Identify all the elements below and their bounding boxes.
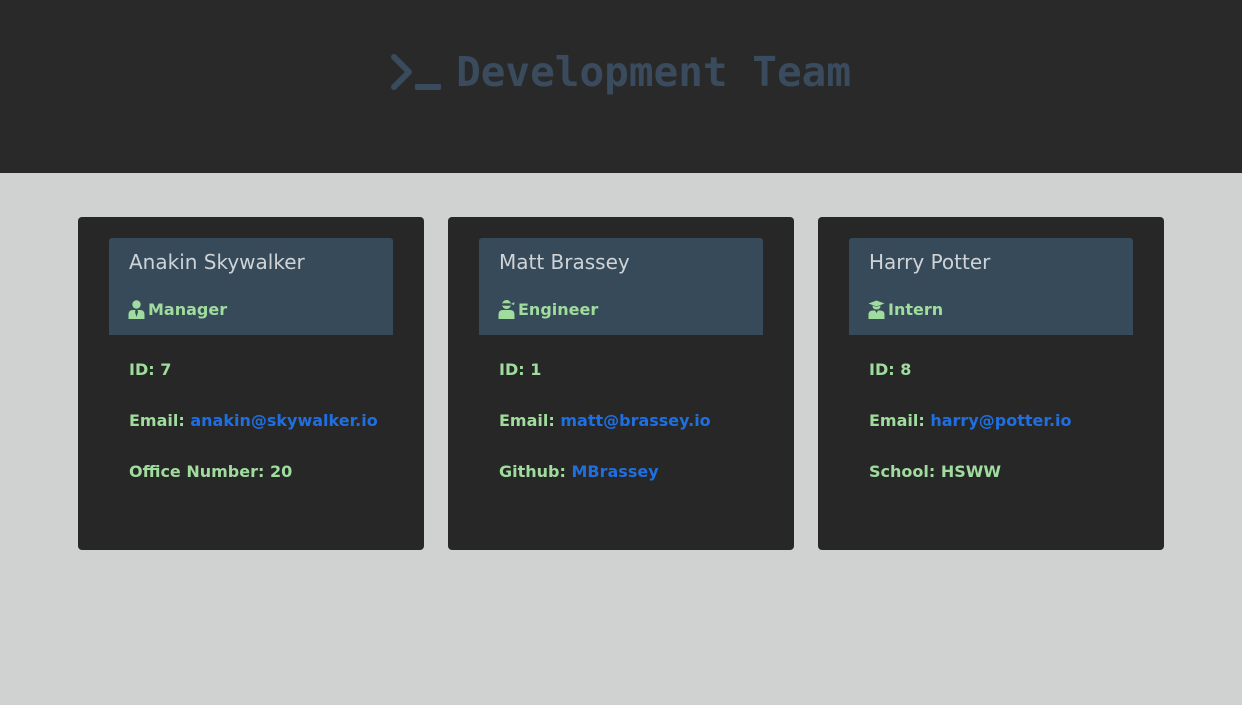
school-label: School: xyxy=(869,462,936,481)
github-link[interactable]: MBrassey xyxy=(571,462,658,481)
employee-card-engineer: Matt Brassey Engineer ID: 1 Email: matt@… xyxy=(448,217,794,550)
employee-card-manager: Anakin Skywalker Manager ID: 7 Email: an… xyxy=(78,217,424,550)
id-label: ID: xyxy=(129,360,155,379)
employee-id: ID: 1 xyxy=(499,360,541,379)
id-value: 1 xyxy=(530,360,542,379)
page-title: Development Team xyxy=(456,48,852,96)
page-header: Development Team xyxy=(0,0,1242,173)
employee-name: Anakin Skywalker xyxy=(129,250,305,274)
employee-email: Email: anakin@skywalker.io xyxy=(129,411,378,430)
office-number-value: 20 xyxy=(269,462,293,481)
user-tie-icon xyxy=(128,300,145,319)
role-label: Intern xyxy=(888,300,944,319)
role-label: Manager xyxy=(148,300,228,319)
employee-id: ID: 7 xyxy=(129,360,171,379)
employee-office-number: Office Number: 20 xyxy=(129,462,292,481)
employee-card-intern: Harry Potter Intern ID: 8 Email: harry@p… xyxy=(818,217,1164,550)
employee-github: Github: MBrassey xyxy=(499,462,659,481)
email-label: Email: xyxy=(129,411,185,430)
employee-name: Matt Brassey xyxy=(499,250,630,274)
brand: Development Team xyxy=(0,48,1242,96)
id-value: 8 xyxy=(900,360,912,379)
user-graduate-icon xyxy=(868,300,885,319)
email-link[interactable]: anakin@skywalker.io xyxy=(190,411,377,430)
card-header: Matt Brassey Engineer xyxy=(479,238,763,335)
id-label: ID: xyxy=(869,360,895,379)
employee-role: Intern xyxy=(868,300,943,319)
employee-email: Email: harry@potter.io xyxy=(869,411,1072,430)
email-label: Email: xyxy=(869,411,925,430)
email-label: Email: xyxy=(499,411,555,430)
id-label: ID: xyxy=(499,360,525,379)
id-value: 7 xyxy=(160,360,172,379)
role-label: Engineer xyxy=(518,300,599,319)
terminal-prompt-icon xyxy=(390,54,441,90)
school-value: HSWW xyxy=(940,462,1002,481)
office-number-label: Office Number: xyxy=(129,462,265,481)
employee-role: Engineer xyxy=(498,300,598,319)
card-header: Harry Potter Intern xyxy=(849,238,1133,335)
card-header: Anakin Skywalker Manager xyxy=(109,238,393,335)
github-label: Github: xyxy=(499,462,566,481)
employee-school: School: HSWW xyxy=(869,462,1001,481)
employee-id: ID: 8 xyxy=(869,360,911,379)
employee-role: Manager xyxy=(128,300,227,319)
employee-name: Harry Potter xyxy=(869,250,991,274)
email-link[interactable]: harry@potter.io xyxy=(930,411,1071,430)
user-ninja-icon xyxy=(498,300,515,319)
employee-email: Email: matt@brassey.io xyxy=(499,411,711,430)
email-link[interactable]: matt@brassey.io xyxy=(560,411,710,430)
